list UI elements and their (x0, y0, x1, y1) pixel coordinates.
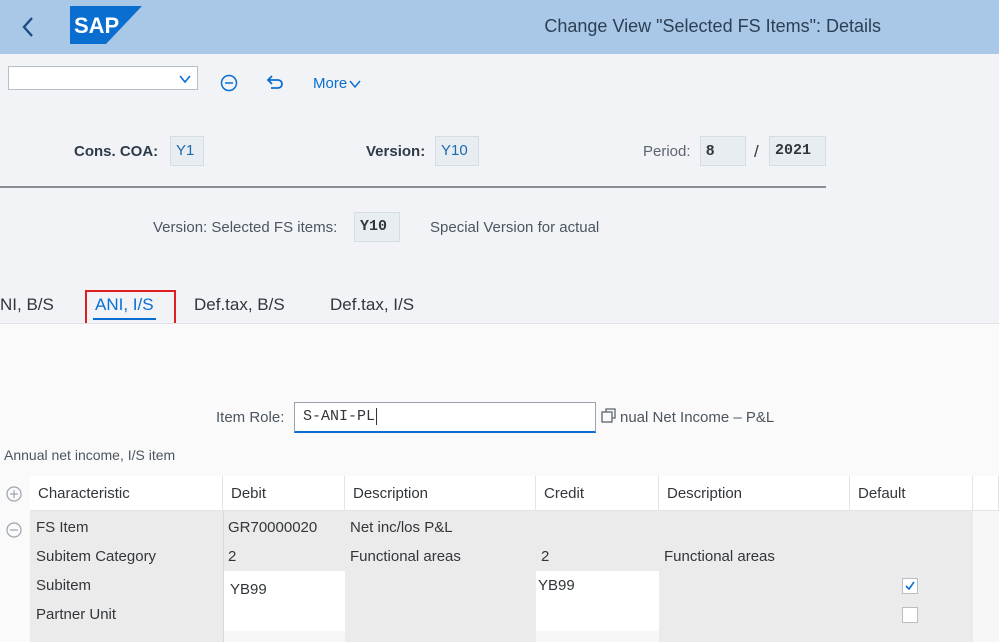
sap-logo: SAP (70, 6, 142, 44)
debit-desc-cells (345, 571, 536, 642)
tab-deftax-is[interactable]: Def.tax, I/S (330, 295, 414, 315)
chevron-down-icon[interactable] (178, 72, 192, 86)
expand-all-icon[interactable] (6, 486, 22, 502)
value-help-button[interactable] (600, 407, 618, 425)
collapse-all-icon[interactable] (6, 522, 22, 538)
variant-select[interactable] (8, 66, 198, 90)
row-characteristic: Partner Unit (36, 606, 117, 623)
item-role-label: Item Role: (216, 409, 285, 426)
tab-deftax-bs[interactable]: Def.tax, B/S (194, 295, 285, 315)
more-button[interactable]: More (313, 75, 361, 92)
minus-circle-icon (220, 74, 238, 92)
header-divider (0, 186, 826, 188)
version-value: Y10 (435, 136, 479, 166)
version-selected-value: Y10 (354, 212, 400, 242)
chevron-left-icon (22, 17, 33, 37)
year-value: 2021 (769, 136, 826, 166)
credit-desc-cells (659, 571, 850, 642)
row-debit-desc: Functional areas (350, 548, 461, 565)
column-header-debit-description[interactable]: Description (345, 476, 536, 511)
column-header-debit[interactable]: Debit (223, 476, 345, 511)
column-header-filler (973, 476, 999, 511)
column-header-characteristic[interactable]: Characteristic (30, 476, 223, 511)
row-credit: 2 (541, 548, 550, 565)
cons-coa-value: Y1 (170, 136, 204, 166)
row-characteristic: Subitem (36, 577, 92, 594)
more-label: More (313, 75, 348, 92)
tab-highlight-box (85, 290, 176, 325)
svg-text:SAP: SAP (74, 13, 119, 38)
column-header-credit-description[interactable]: Description (659, 476, 850, 511)
row-credit-desc: Functional areas (664, 548, 775, 565)
tab-ni-bs[interactable]: NI, B/S (0, 295, 54, 315)
row-characteristic: Subitem Category (36, 548, 157, 565)
checkmark-icon (905, 581, 915, 591)
value-help-icon (601, 408, 616, 423)
collapse-button[interactable] (220, 74, 238, 92)
row-debit-desc: Net inc/los P&L (350, 519, 453, 536)
column-divider (223, 511, 224, 642)
row-characteristic: FS Item (36, 519, 89, 536)
version-selected-desc: Special Version for actual (430, 219, 600, 236)
version-selected-label: Version: Selected FS items: (153, 219, 338, 236)
subitem-debit-input[interactable]: YB99 (230, 581, 267, 598)
row-debit: GR70000020 (228, 519, 318, 536)
column-header-credit[interactable]: Credit (536, 476, 659, 511)
debit-input-cells (223, 571, 345, 631)
undo-button[interactable] (265, 74, 285, 92)
default-checkbox-partner-unit[interactable] (902, 607, 918, 623)
subitem-credit-input[interactable]: YB99 (538, 577, 575, 594)
item-role-desc: nual Net Income – P&L (620, 409, 775, 426)
page-title: Change View "Selected FS Items": Details (544, 16, 881, 36)
period-label: Period: (643, 143, 691, 160)
section-title: Annual net income, I/S item (4, 447, 176, 463)
back-button[interactable] (16, 12, 40, 42)
item-role-value: S-ANI-PL (303, 408, 376, 425)
chevron-down-icon (349, 80, 361, 89)
item-role-input[interactable]: S-ANI-PL (294, 402, 596, 433)
period-value: 8 (700, 136, 746, 166)
column-header-default[interactable]: Default (850, 476, 973, 511)
period-separator: / (754, 142, 759, 161)
version-label: Version: (366, 143, 426, 160)
undo-icon (266, 75, 283, 89)
row-debit: 2 (228, 548, 237, 565)
cons-coa-label: Cons. COA: (74, 143, 159, 160)
default-checkbox-subitem[interactable] (902, 578, 918, 594)
readonly-rows (223, 511, 973, 571)
